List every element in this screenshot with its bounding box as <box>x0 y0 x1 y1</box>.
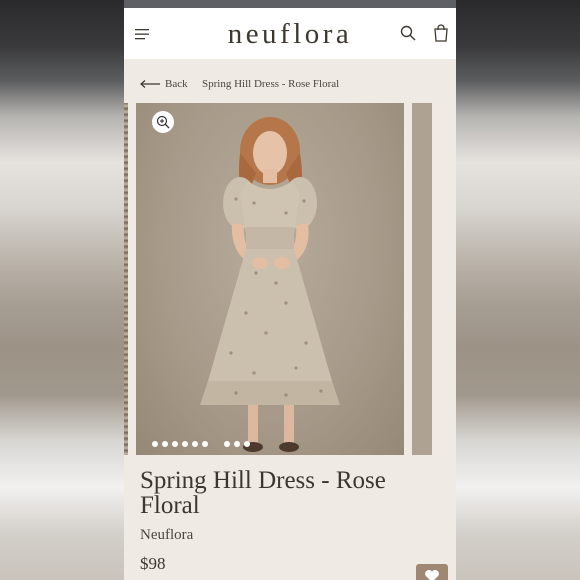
heart-icon <box>425 570 439 580</box>
product-image[interactable] <box>136 103 404 455</box>
product-gallery[interactable] <box>124 103 456 455</box>
gallery-dot[interactable] <box>224 441 230 447</box>
wishlist-button[interactable] <box>416 564 448 580</box>
arrow-left-icon <box>140 80 160 88</box>
shopping-bag-icon[interactable] <box>433 24 449 42</box>
zoom-in-icon <box>156 115 170 129</box>
gallery-dot[interactable] <box>162 441 168 447</box>
gallery-dot[interactable] <box>192 441 198 447</box>
product-vendor[interactable]: Neuflora <box>140 527 193 544</box>
breadcrumb-current: Spring Hill Dress - Rose Floral <box>202 78 340 90</box>
gallery-dot[interactable] <box>182 441 188 447</box>
gallery-dot[interactable] <box>202 441 208 447</box>
gallery-dot[interactable] <box>234 441 240 447</box>
product-price: $98 <box>140 554 166 573</box>
gallery-dot[interactable] <box>152 441 158 447</box>
gallery-dot[interactable] <box>244 441 250 447</box>
next-image-peek[interactable] <box>412 103 432 455</box>
back-label: Back <box>165 78 188 90</box>
back-link[interactable]: Back <box>140 77 200 93</box>
phone-screen: neuflora Back Spring Hill Dress - Rose F… <box>124 0 456 580</box>
zoom-button[interactable] <box>152 111 174 133</box>
model-figure-illustration <box>200 117 340 452</box>
product-title: Spring Hill Dress - Rose Floral <box>140 467 386 519</box>
previous-image-peek[interactable] <box>124 103 128 455</box>
site-header: neuflora <box>124 8 456 59</box>
gallery-dot[interactable] <box>172 441 178 447</box>
search-icon[interactable] <box>400 25 416 41</box>
status-bar <box>124 0 456 8</box>
